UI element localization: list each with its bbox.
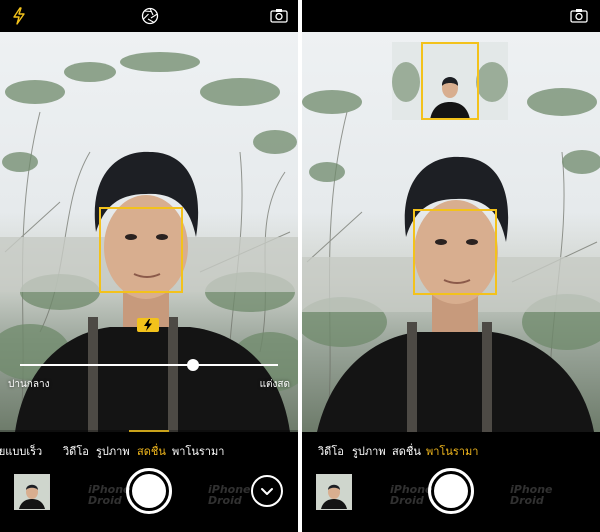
mode-video[interactable]: วิดีโอ [318, 442, 344, 460]
watermark: iPhone Droid [510, 484, 553, 506]
shutter-button[interactable] [126, 468, 172, 514]
mode-beauty[interactable]: สดชื่น [137, 442, 166, 460]
panorama-capture-frame [421, 42, 479, 120]
face-detection-frame [413, 209, 497, 295]
lightning-icon[interactable] [12, 7, 26, 25]
mode-quick-shot[interactable]: ถ่ายแบบเร็ว [0, 442, 42, 460]
aperture-icon[interactable] [141, 7, 159, 25]
camera-view-left: ปานกลาง แต่งสด 1 2 3 4 5 6 7 ถ่ายแบบเร็ว… [0, 0, 298, 532]
mode-photo[interactable]: รูปภาพ [96, 442, 130, 460]
mode-selector: วิดีโอ รูปภาพ สดชื่น พาโนรามา [302, 432, 600, 468]
beauty-slider-track[interactable] [20, 364, 278, 366]
beauty-slider-knob[interactable] [186, 359, 199, 371]
camera-switch-icon[interactable] [570, 8, 588, 23]
camera-view-right: วิดีโอ รูปภาพ สดชื่น พาโนรามา iPhone Dro… [302, 0, 600, 532]
top-toolbar [302, 0, 600, 32]
camera-viewfinder[interactable]: ปานกลาง แต่งสด 1 2 3 4 5 6 7 [0, 32, 298, 432]
capture-controls: iPhone Droid iPhone Droid [302, 468, 600, 532]
panorama-preview [392, 42, 508, 120]
mode-panorama[interactable]: พาโนรามา [426, 442, 478, 460]
camera-switch-icon[interactable] [270, 8, 288, 23]
top-toolbar [0, 0, 298, 32]
shutter-inner [132, 474, 166, 508]
mode-video[interactable]: วิดีโอ [63, 442, 89, 460]
face-detection-frame [99, 207, 183, 293]
confirm-button[interactable] [251, 475, 283, 507]
watermark: iPhone Droid [208, 484, 251, 506]
camera-viewfinder[interactable] [302, 32, 600, 432]
mode-selector: ถ่ายแบบเร็ว วิดีโอ รูปภาพ สดชื่น พาโนราม… [0, 432, 298, 468]
beauty-flash-badge[interactable] [137, 318, 159, 332]
mode-photo[interactable]: รูปภาพ [352, 442, 386, 460]
watermark: iPhone Droid [88, 484, 131, 506]
slider-right-label: แต่งสด [259, 379, 290, 390]
watermark-line-2: Droid [88, 494, 122, 507]
shutter-inner [434, 474, 468, 508]
lightning-icon [144, 319, 152, 331]
shutter-button[interactable] [428, 468, 474, 514]
gallery-thumbnail[interactable] [316, 474, 352, 510]
watermark: iPhone Droid [390, 484, 433, 506]
check-icon [261, 488, 273, 495]
thumbnail-image [15, 475, 49, 509]
thumbnail-image [317, 475, 351, 509]
watermark-line-2: Droid [390, 494, 424, 507]
slider-left-label: ปานกลาง [8, 379, 50, 390]
capture-controls: iPhone Droid iPhone Droid [0, 468, 298, 532]
gallery-thumbnail[interactable] [14, 474, 50, 510]
watermark-line-2: Droid [510, 494, 544, 507]
mode-beauty[interactable]: สดชื่น [392, 442, 421, 460]
mode-panorama[interactable]: พาโนรามา [172, 442, 224, 460]
watermark-line-2: Droid [208, 494, 242, 507]
